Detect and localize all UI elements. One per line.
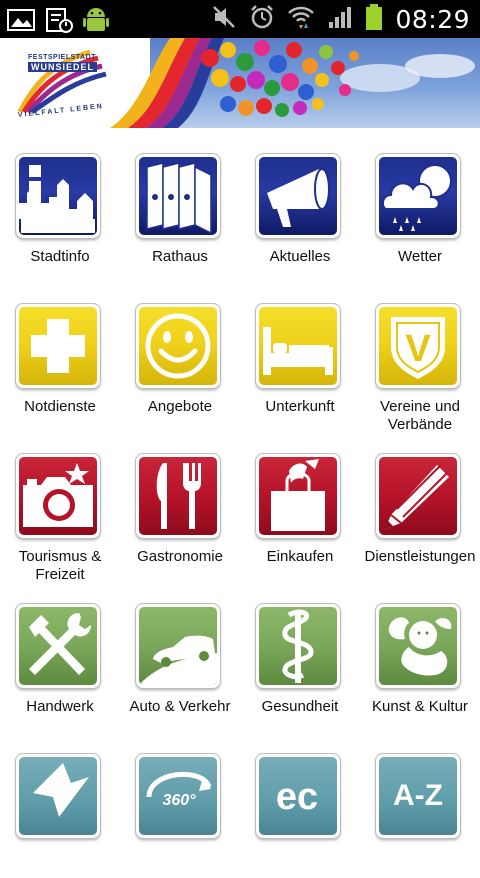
cherub-icon <box>388 617 452 676</box>
binders-icon <box>146 162 212 235</box>
logo-small-text: FESTSPIELSTADT <box>28 54 96 61</box>
android-debug-icon <box>82 4 110 41</box>
ec-card-icon: ec <box>276 776 318 818</box>
panorama-360-icon: 360° <box>146 771 212 809</box>
tile-arrow[interactable] <box>0 728 120 878</box>
shopping-bag-icon <box>271 459 325 531</box>
tile-kunst-kultur[interactable]: Kunst & Kultur <box>360 578 480 728</box>
signal-icon <box>327 4 353 35</box>
svg-text:360°: 360° <box>162 792 196 809</box>
city-info-icon <box>19 165 95 233</box>
tile-label: Handwerk <box>26 698 94 715</box>
clock: 08:29 <box>395 4 470 34</box>
tile-notdienste[interactable]: Notdienste <box>0 278 120 428</box>
cross-icon <box>31 319 85 373</box>
tile-angebote[interactable]: Angebote <box>120 278 240 428</box>
alarm-icon <box>249 4 275 35</box>
camera-icon <box>23 463 93 527</box>
tile-wetter[interactable]: Wetter <box>360 128 480 278</box>
calendar-icon <box>44 6 74 39</box>
status-bar: 08:29 <box>0 0 480 38</box>
tile-label: Einkaufen <box>266 548 334 565</box>
city-logo: FESTSPIELSTADT WUNSIEDEL VIELFALT LEBEN <box>10 42 150 122</box>
caduceus-icon <box>282 609 314 683</box>
car-icon <box>139 635 217 685</box>
megaphone-icon <box>267 168 330 227</box>
svg-text:ec: ec <box>276 776 318 818</box>
tools-icon <box>29 613 91 675</box>
logo-brand-text: WUNSIEDEL <box>28 62 97 72</box>
tile-label: Gesundheit <box>261 698 339 715</box>
tile-panorama[interactable]: 360° <box>120 728 240 878</box>
battery-icon <box>365 3 383 36</box>
smiley-icon <box>145 313 211 379</box>
knife-fork-icon <box>156 463 201 529</box>
tile-label: Gastronomie <box>137 548 223 565</box>
tile-unterkunft[interactable]: Unterkunft <box>240 278 360 428</box>
tile-label: Angebote <box>147 398 213 415</box>
tile-label: Notdienste <box>24 398 96 415</box>
tile-label: Unterkunft <box>265 398 335 415</box>
tile-gesundheit[interactable]: Gesundheit <box>240 578 360 728</box>
tile-gastronomie[interactable]: Gastronomie <box>120 428 240 578</box>
club-badge-icon: V <box>391 317 445 379</box>
tile-handwerk[interactable]: Handwerk <box>0 578 120 728</box>
arrow-icon <box>33 763 89 817</box>
tile-label: Aktuelles <box>269 248 331 265</box>
tile-ec[interactable]: ec <box>240 728 360 878</box>
tile-label: Dienstleistungen <box>364 548 476 565</box>
tile-auto-verkehr[interactable]: Auto & Verkehr <box>120 578 240 728</box>
svg-text:V: V <box>405 328 431 370</box>
tile-label: Rathaus <box>152 248 208 265</box>
tile-label: Auto & Verkehr <box>129 698 231 715</box>
svg-text:A-Z: A-Z <box>393 779 443 812</box>
gallery-icon <box>6 7 36 38</box>
tile-label: Wetter <box>398 248 442 265</box>
wifi-icon <box>287 4 315 35</box>
tile-tourismus[interactable]: Tourismus & Freizeit <box>0 428 120 583</box>
bed-icon <box>263 327 333 375</box>
tile-label: Kunst & Kultur <box>372 698 468 715</box>
mute-icon <box>211 4 237 35</box>
tile-einkaufen[interactable]: Einkaufen <box>240 428 360 578</box>
tile-rathaus[interactable]: Rathaus <box>120 128 240 278</box>
pencil-icon <box>385 464 449 529</box>
city-banner: FESTSPIELSTADT WUNSIEDEL VIELFALT LEBEN <box>0 38 480 128</box>
tile-a-z[interactable]: A-Z <box>360 728 480 878</box>
weather-cloud-icon <box>381 164 452 231</box>
tile-vereine[interactable]: V Vereine und Verbände <box>360 278 480 433</box>
a-z-index-icon: A-Z <box>393 779 443 812</box>
tile-aktuelles[interactable]: Aktuelles <box>240 128 360 278</box>
tile-stadtinfo[interactable]: Stadtinfo <box>0 128 120 278</box>
tile-dienstleistungen[interactable]: Dienstleistungen <box>360 428 480 578</box>
tile-label: Stadtinfo <box>30 248 90 265</box>
